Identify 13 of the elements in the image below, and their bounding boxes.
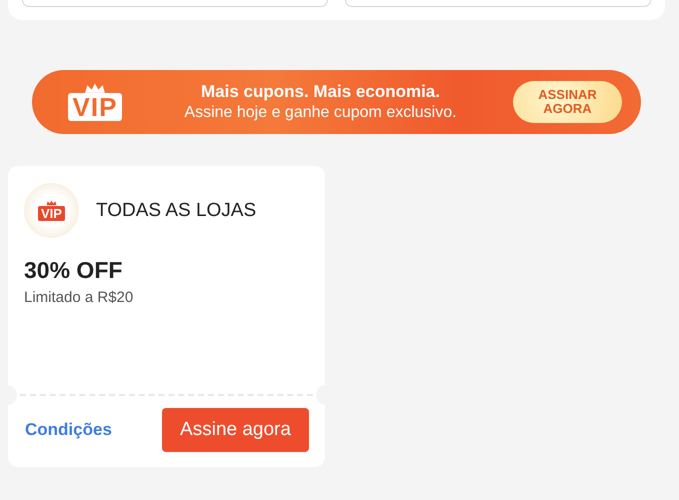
vip-banner[interactable]: VIP Mais cupons. Mais economia. Assine hoje e ganhe cupom exclusivo. ASSINAR AGORA xyxy=(32,70,641,134)
crown-icon xyxy=(84,83,106,94)
store-label: TODAS AS LOJAS xyxy=(96,200,256,222)
discount-text: 30% OFF xyxy=(24,257,124,284)
conditions-link[interactable]: Condições xyxy=(25,420,112,440)
subscribe-button[interactable]: ASSINAR AGORA xyxy=(513,81,622,123)
vip-badge: VIP xyxy=(68,93,122,121)
limit-text: Limitado a R$20 xyxy=(24,289,134,306)
banner-subline: Assine hoje e ganhe cupom exclusivo. xyxy=(183,103,458,123)
vip-badge: VIP xyxy=(38,206,65,221)
banner-headline: Mais cupons. Mais economia. xyxy=(200,81,441,102)
crown-icon xyxy=(46,200,57,206)
subscribe-button[interactable]: Assine agora xyxy=(162,408,309,452)
